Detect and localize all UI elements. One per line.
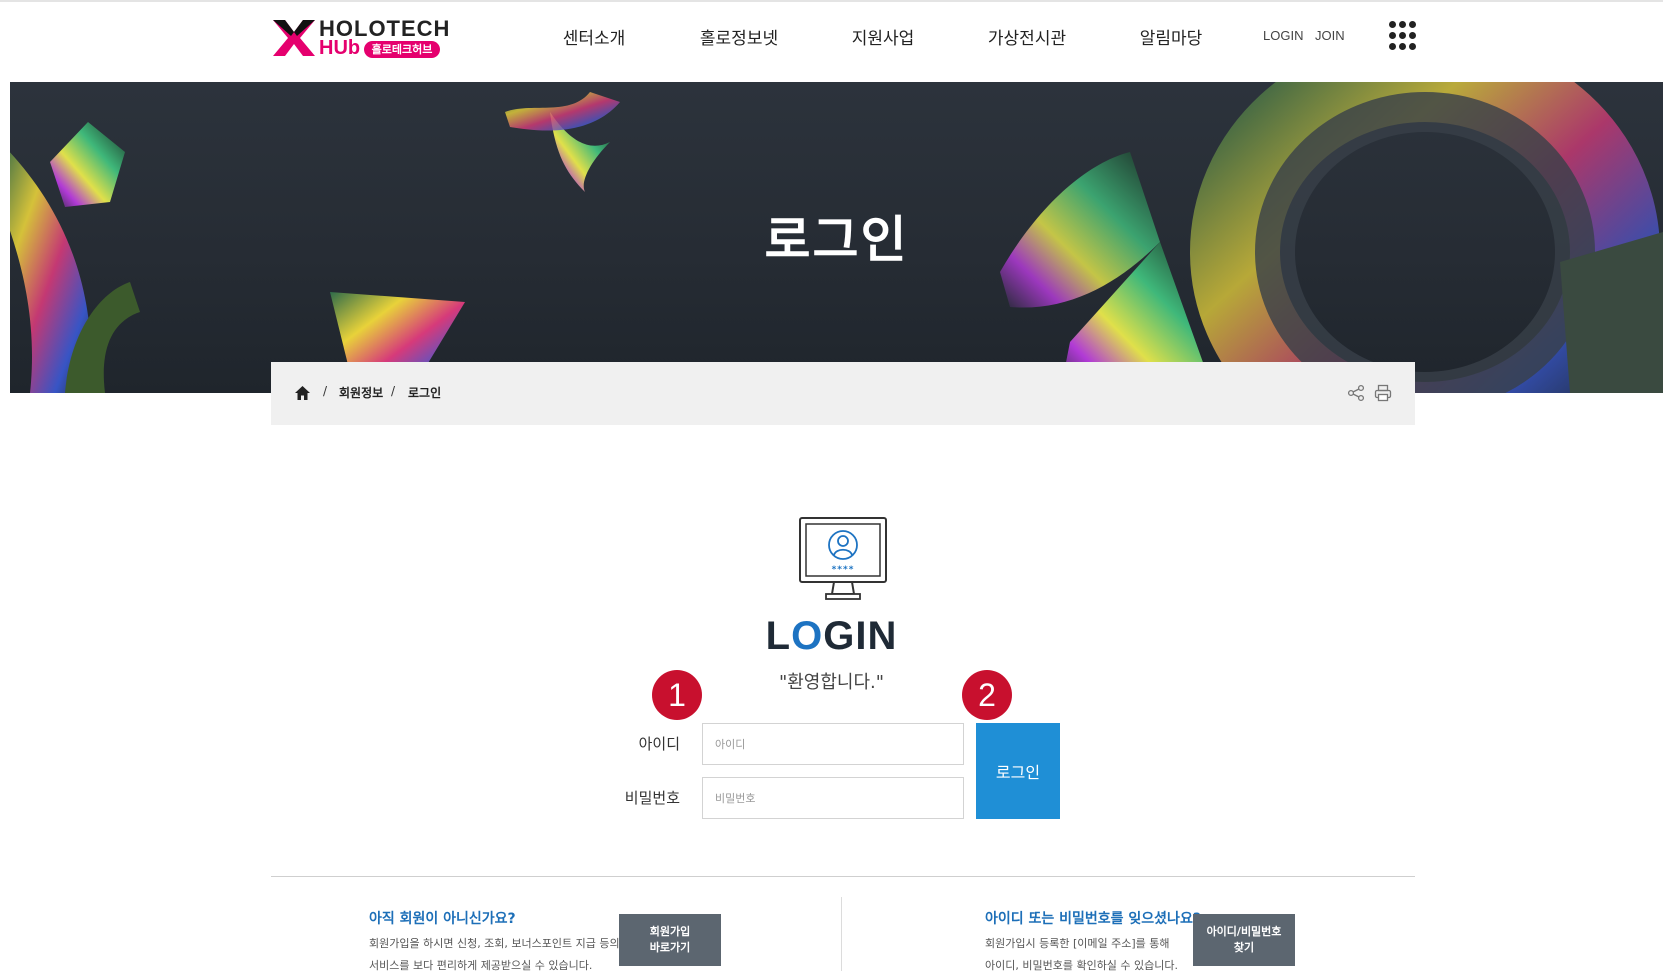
section-divider [271, 876, 1415, 877]
hero-banner: 로그인 [10, 82, 1663, 393]
breadcrumb-item-login[interactable]: 로그인 [408, 384, 441, 401]
find-account-text: 회원가입시 등록한 [이메일 주소]를 통해 [985, 937, 1170, 950]
nav-item-support[interactable]: 지원사업 [852, 24, 915, 49]
nav-item-holo-info[interactable]: 홀로정보넷 [700, 24, 778, 49]
find-account-text: 아이디, 비밀번호를 확인하실 수 있습니다. [985, 959, 1179, 972]
find-account-button[interactable]: 아이디/비밀번호 찾기 [1193, 914, 1295, 966]
breadcrumb-item-member-info[interactable]: 회원정보 [339, 384, 383, 401]
svg-text:****: **** [832, 565, 855, 575]
id-label: 아이디 [638, 735, 680, 753]
share-icon[interactable] [1347, 384, 1365, 402]
grid-dots-icon[interactable] [1389, 21, 1416, 53]
id-input[interactable] [702, 723, 964, 765]
login-heading: LOGIN [0, 614, 1663, 659]
annotation-badge-2: 2 [962, 670, 1012, 720]
site-logo[interactable]: HOLOTECH HUb 홀로테크허브 [271, 16, 449, 62]
welcome-text: "환영합니다." [778, 672, 885, 693]
signup-prompt-text: 서비스를 보다 편리하게 제공받으실 수 있습니다. [369, 959, 593, 972]
logo-hub-text: HUb [319, 37, 361, 59]
nav-item-notice[interactable]: 알림마당 [1140, 24, 1203, 49]
info-column-divider [841, 897, 842, 971]
nav-item-center-intro[interactable]: 센터소개 [563, 24, 626, 49]
holotech-logo-icon [273, 20, 315, 56]
password-input[interactable] [702, 777, 964, 819]
password-label: 비밀번호 [624, 789, 680, 807]
breadcrumb-separator: / [323, 384, 328, 398]
login-heading-accent: O [791, 614, 824, 658]
header-join-link[interactable]: JOIN [1315, 28, 1345, 43]
header-login-link[interactable]: LOGIN [1263, 28, 1303, 43]
find-account-title: 아이디 또는 비밀번호를 잊으셨나요? [985, 911, 1201, 927]
logo-korean-badge: 홀로테크허브 [364, 41, 440, 58]
signup-button[interactable]: 회원가입 바로가기 [619, 914, 721, 966]
signup-prompt-title: 아직 회원이 아니신가요? [369, 911, 516, 927]
breadcrumb: / 회원정보 / 로그인 [271, 362, 1415, 425]
breadcrumb-separator: / [391, 384, 396, 398]
login-button[interactable]: 로그인 [976, 723, 1060, 819]
site-header: HOLOTECH HUb 홀로테크허브 센터소개 홀로정보넷 지원사업 가상전시… [0, 2, 1663, 82]
login-heading-part: L [765, 614, 792, 658]
login-heading-part: GIN [823, 614, 898, 658]
home-icon[interactable] [294, 385, 311, 401]
monitor-user-icon: **** [799, 517, 887, 600]
print-icon[interactable] [1374, 384, 1392, 402]
annotation-badge-1: 1 [652, 670, 702, 720]
signup-prompt-text: 회원가입을 하시면 신청, 조회, 보너스포인트 지급 등의 [369, 937, 620, 950]
hero-title: 로그인 [764, 211, 909, 269]
nav-item-virtual-exhibition[interactable]: 가상전시관 [988, 24, 1066, 49]
